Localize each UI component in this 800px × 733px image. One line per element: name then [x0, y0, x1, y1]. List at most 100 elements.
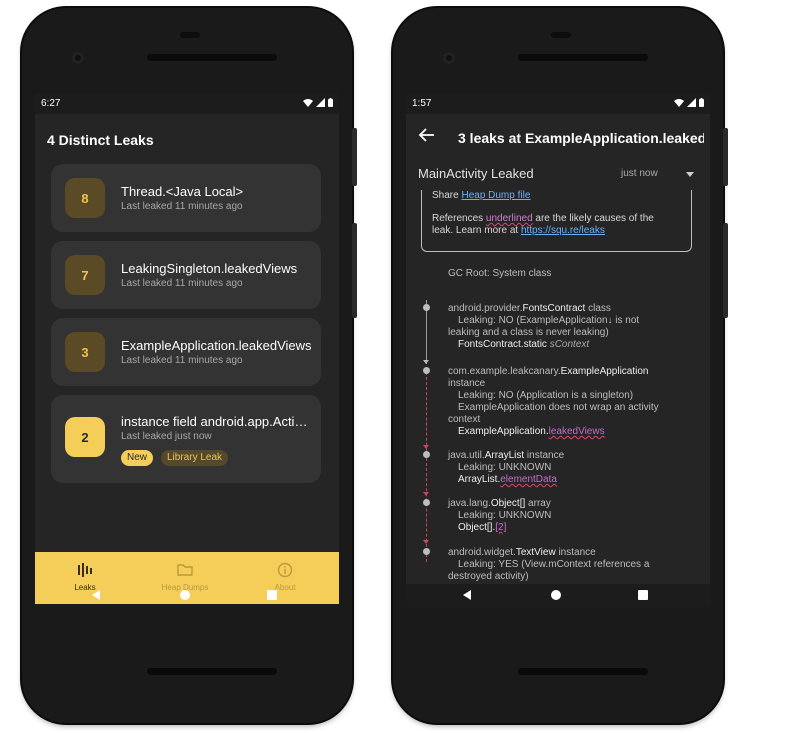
leak-card[interactable]: 3 ExampleApplication.leakedViews Last le…: [51, 318, 321, 386]
bottom-speaker: [147, 668, 277, 675]
status-time: 6:27: [41, 98, 61, 109]
page-title: 3 leaks at ExampleApplication.leakedView…: [458, 130, 704, 146]
arrow-down-icon: [423, 445, 429, 449]
leak-title: ExampleApplication.leakedViews: [121, 338, 312, 353]
top-app-bar: 3 leaks at ExampleApplication.leakedView…: [406, 114, 710, 158]
volume-button: [352, 223, 357, 318]
status-bar: 1:57: [406, 94, 710, 114]
node-1-leaking: Leaking: NO (ExampleApplication↓ is not: [458, 315, 640, 326]
front-camera: [443, 52, 455, 64]
leak-detail-screen: 3 leaks at ExampleApplication.leakedView…: [406, 114, 710, 584]
dropdown-title: MainActivity Leaked: [418, 166, 534, 181]
learn-more-text: leak. Learn more at: [432, 225, 521, 236]
leak-card[interactable]: 8 Thread.<Java Local> Last leaked 11 min…: [51, 164, 321, 232]
leak-count-badge: 2: [65, 417, 105, 457]
node-2-leaking-reason: ExampleApplication does not wrap an acti…: [458, 402, 659, 413]
trace-node-3: java.util.ArrayList instance: [448, 450, 565, 461]
volume-button: [723, 223, 728, 318]
leak-count-badge: 8: [65, 178, 105, 218]
home-key-icon[interactable]: [180, 590, 190, 600]
leak-count-badge: 7: [65, 255, 105, 295]
battery-icon: [328, 98, 333, 107]
arrow-down-icon: [423, 360, 429, 364]
share-line: Share Heap Dump file: [432, 190, 530, 201]
back-key-icon[interactable]: [463, 590, 471, 600]
share-prefix: Share: [432, 190, 462, 201]
recents-key-icon[interactable]: [267, 590, 277, 600]
node-5-leaking-cont: destroyed activity): [448, 571, 529, 582]
leak-subtitle: Last leaked 11 minutes ago: [121, 355, 243, 366]
trace-node-2: com.example.leakcanary.ExampleApplicatio…: [448, 366, 649, 377]
recents-key-icon[interactable]: [638, 590, 648, 600]
trace-node-5: android.widget.TextView instance: [448, 547, 596, 558]
trace-node-dot: [423, 451, 430, 458]
bottom-speaker: [518, 668, 648, 675]
leak-title: instance field android.app.ActivityThrea…: [121, 414, 313, 429]
back-arrow-icon[interactable]: [418, 126, 436, 144]
status-icons: [303, 98, 333, 107]
folder-icon: [177, 564, 193, 576]
signal-icon: [687, 98, 696, 107]
system-nav-bar: [406, 584, 710, 606]
node-4-reference: Object[].[2]: [458, 522, 507, 533]
node-1-leaking-cont: leaking and a class is never leaking): [448, 327, 609, 338]
right-phone: 1:57 3 leaks at ExampleApplication.leake…: [393, 8, 728, 723]
references-line: References underlined are the likely cau…: [432, 213, 654, 224]
references-text-rest: are the likely causes of the: [532, 213, 654, 224]
library-leak-chip: Library Leak: [161, 450, 229, 466]
node-2-reference: ExampleApplication.leakedViews: [458, 426, 605, 437]
arrow-down-icon: [423, 540, 429, 544]
node-3-leaking: Leaking: UNKNOWN: [458, 462, 552, 473]
page-title: 4 Distinct Leaks: [47, 132, 154, 148]
left-phone: 6:27 4 Distinct Leaks 8 Thread.<Java Loc…: [22, 8, 357, 723]
learn-more-link[interactable]: https://squ.re/leaks: [521, 225, 605, 236]
leak-card[interactable]: 7 LeakingSingleton.leakedViews Last leak…: [51, 241, 321, 309]
dropdown-time: just now: [621, 168, 658, 179]
node-1-reference: FontsContract.static sContext: [458, 339, 590, 350]
leak-subtitle: Last leaked 11 minutes ago: [121, 201, 243, 212]
trace-node-dot: [423, 499, 430, 506]
trace-node-dot: [423, 367, 430, 374]
leak-title: Thread.<Java Local>: [121, 184, 244, 199]
home-key-icon[interactable]: [551, 590, 561, 600]
heap-dump-link[interactable]: Heap Dump file: [461, 190, 530, 201]
power-button: [352, 128, 357, 186]
leak-title: LeakingSingleton.leakedViews: [121, 261, 298, 276]
top-speaker: [518, 54, 648, 61]
status-icons: [674, 98, 704, 107]
earpiece: [551, 32, 571, 38]
trace-node-1: android.provider.FontsContract class: [448, 303, 611, 314]
underlined-word: underlined: [485, 213, 533, 224]
wifi-icon: [303, 99, 313, 107]
gc-root: GC Root: System class: [448, 268, 552, 279]
leak-card[interactable]: 2 instance field android.app.ActivityThr…: [51, 395, 321, 483]
caret-down-icon: [686, 172, 694, 177]
system-nav-bar: [35, 584, 339, 606]
node-2-leaking: Leaking: NO (Application is a singleton): [458, 390, 634, 401]
earpiece: [180, 32, 200, 38]
learn-more-line: leak. Learn more at https://squ.re/leaks: [432, 225, 605, 236]
status-bar: 6:27: [35, 94, 339, 114]
node-2-kind: instance: [448, 378, 486, 389]
trace-node-dot: [423, 304, 430, 311]
trace-node-4: java.lang.Object[] array: [448, 498, 551, 509]
top-speaker: [147, 54, 277, 61]
node-2-leaking-cont: context: [448, 414, 481, 425]
wifi-icon: [674, 99, 684, 107]
references-text: References: [432, 213, 486, 224]
leaks-icon: [78, 563, 92, 577]
arrow-down-icon: [423, 492, 429, 496]
node-4-leaking: Leaking: UNKNOWN: [458, 510, 552, 521]
battery-icon: [699, 98, 704, 107]
leak-trace: GC Root: System class android.provider.F…: [406, 264, 710, 582]
trace-suspect-line: [426, 372, 427, 562]
status-time: 1:57: [412, 98, 432, 109]
share-info-box: Share Heap Dump file References underlin…: [421, 190, 692, 252]
right-screen: 1:57 3 leaks at ExampleApplication.leake…: [406, 94, 710, 606]
node-5-leaking: Leaking: YES (View.mContext references a: [458, 559, 650, 570]
back-key-icon[interactable]: [92, 590, 100, 600]
front-camera: [72, 52, 84, 64]
leak-subtitle: Last leaked just now: [121, 431, 212, 442]
leak-dropdown[interactable]: MainActivity Leaked just now: [406, 160, 710, 188]
leak-subtitle: Last leaked 11 minutes ago: [121, 278, 243, 289]
